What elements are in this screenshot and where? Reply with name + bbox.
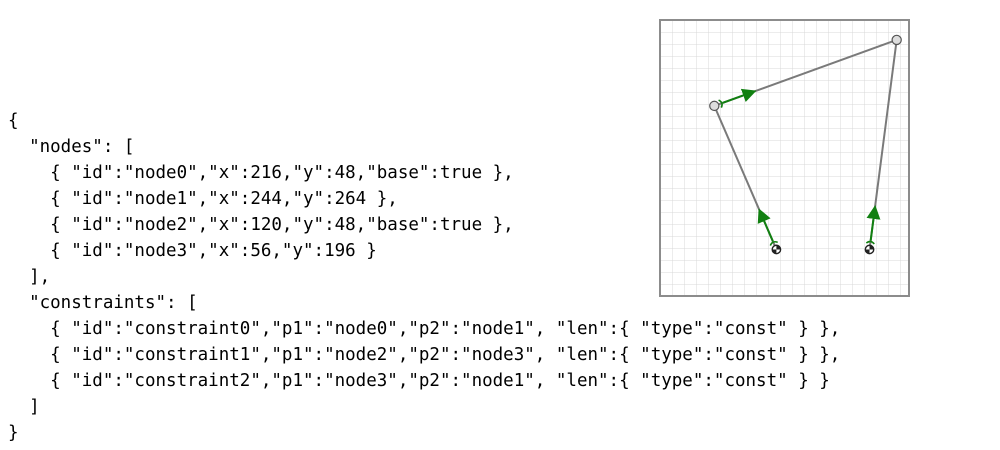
code-line: { "id":"constraint1","p1":"node2","p2":"… [8, 345, 841, 365]
grid-background [660, 20, 909, 296]
joint-node3 [709, 100, 720, 112]
code-line: } [8, 423, 19, 443]
code-line: ] [8, 397, 40, 417]
code-line: { "id":"constraint0","p1":"node0","p2":"… [8, 319, 841, 339]
base-joint-node0 [864, 244, 875, 255]
joint-node1 [891, 34, 902, 46]
code-line: { "id":"constraint2","p1":"node3","p2":"… [8, 371, 830, 391]
base-joint-node2 [771, 244, 782, 255]
linkage-diagram [659, 19, 910, 297]
